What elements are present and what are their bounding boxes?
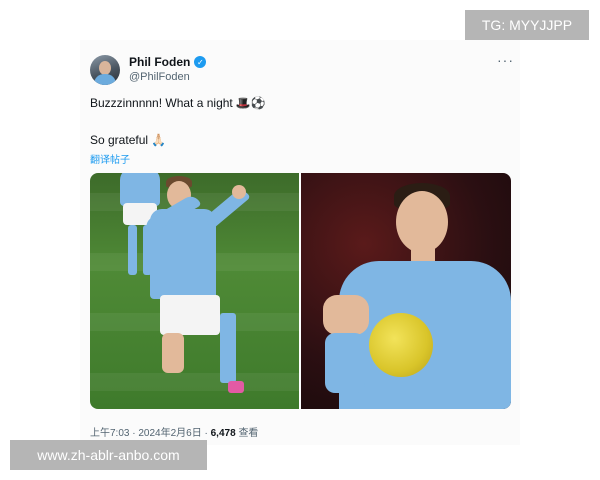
author-avatar[interactable] <box>90 55 120 85</box>
views-label: 查看 <box>238 428 259 439</box>
more-options-icon[interactable]: ··· <box>497 52 514 68</box>
player-hand <box>232 185 246 199</box>
site-watermark: www.zh-ablr-anbo.com <box>10 440 207 470</box>
tweet-date[interactable]: 2024年2月6日 <box>138 428 201 439</box>
tweet-text-line1: Buzzzinnnnn! What a night 🎩⚽ <box>90 96 266 110</box>
player-knee <box>162 333 184 373</box>
tweet-time[interactable]: 上午7:03 <box>90 428 129 439</box>
applause-photo[interactable] <box>301 173 511 409</box>
author-name[interactable]: Phil Foden ✓ <box>129 55 207 69</box>
views-count: 6,478 <box>210 428 236 439</box>
tweet-line2-text: So grateful <box>90 133 149 147</box>
football <box>369 313 433 377</box>
background-player-leg <box>128 225 137 275</box>
author-handle[interactable]: @PhilFoden <box>129 71 190 83</box>
player-boot <box>228 381 244 393</box>
player-shorts <box>160 295 220 335</box>
tophat-soccer-emoji: 🎩⚽ <box>235 96 266 110</box>
avatar-face <box>99 61 111 75</box>
player-hands <box>323 295 369 335</box>
tweet-meta: 上午7:03 · 2024年2月6日 · 6,478 查看 <box>90 428 259 439</box>
verified-icon: ✓ <box>194 56 207 68</box>
background-player-jersey <box>120 173 160 206</box>
tweet-media-grid <box>90 173 511 409</box>
tweet-text-line2: So grateful 🙏🏻 <box>90 133 166 147</box>
translate-post-link[interactable]: 翻译帖子 <box>90 151 130 166</box>
player-face <box>396 191 448 253</box>
avatar-shirt <box>94 74 116 85</box>
player-sock <box>220 313 236 383</box>
tweet-line1-text: Buzzzinnnnn! What a night <box>90 96 233 110</box>
celebration-photo[interactable] <box>90 173 299 409</box>
player-arm <box>325 333 365 393</box>
pitch-stripe <box>90 373 299 391</box>
tg-watermark: TG: MYYJJPP <box>465 10 589 40</box>
praying-hands-emoji: 🙏🏻 <box>151 133 166 147</box>
author-name-text: Phil Foden <box>129 55 191 69</box>
